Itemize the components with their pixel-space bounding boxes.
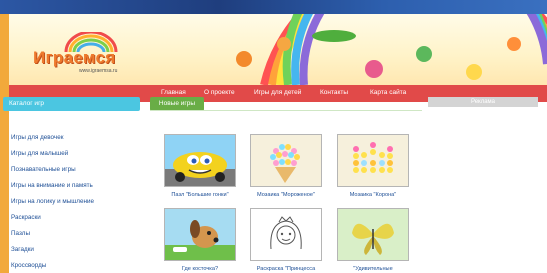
sidebar-item-attention-memory[interactable]: Игры на внимание и память <box>11 182 93 189</box>
section-divider <box>150 110 422 111</box>
rainbow-illustration <box>236 14 547 85</box>
mosaic-icecream-image <box>251 135 321 186</box>
sidebar-item-coloring[interactable]: Раскраски <box>11 214 41 221</box>
nav-item-home[interactable]: Главная <box>161 89 186 96</box>
racing-car-image <box>165 135 235 186</box>
nav-item-sitemap[interactable]: Карта сайта <box>370 89 406 96</box>
game-thumb-icecream[interactable] <box>250 134 322 187</box>
nav-item-contacts[interactable]: Контакты <box>320 89 348 96</box>
catalog-header: Каталог игр <box>3 97 140 111</box>
sidebar-item-riddles[interactable]: Загадки <box>11 246 34 253</box>
sidebar-item-educational[interactable]: Познавательные игры <box>11 166 76 173</box>
game-caption[interactable]: Мозаика "Корона" <box>327 192 419 198</box>
page-background-left <box>0 14 9 273</box>
nav-item-kids-games[interactable]: Игры для детей <box>254 89 301 96</box>
sidebar-item-crosswords[interactable]: Кроссворды <box>11 262 46 269</box>
site-logo[interactable]: Играемся www.igraemsa.ru <box>27 32 157 80</box>
game-thumb-racing[interactable] <box>164 134 236 187</box>
game-thumb-princess[interactable] <box>250 208 322 261</box>
logo-text: Играемся <box>33 48 116 67</box>
new-games-header: Новые игры <box>150 97 204 111</box>
mosaic-crown-image <box>338 135 408 186</box>
game-caption[interactable]: "Удивительные <box>327 266 419 272</box>
nav-item-about[interactable]: О проекте <box>204 89 235 96</box>
game-thumb-bone[interactable] <box>164 208 236 261</box>
game-thumb-crown[interactable] <box>337 134 409 187</box>
page-background-top <box>0 0 547 14</box>
sidebar-item-girls[interactable]: Игры для девочек <box>11 134 63 141</box>
game-caption[interactable]: Где косточка? <box>154 266 246 272</box>
game-caption[interactable]: Раскраска "Принцесса <box>240 266 332 272</box>
sidebar-item-logic[interactable]: Игры на логику и мышление <box>11 198 94 205</box>
game-caption[interactable]: Пазл "Большие гонки" <box>154 192 246 198</box>
coloring-princess-image <box>251 209 321 260</box>
sidebar-item-toddlers[interactable]: Игры для малышей <box>11 150 68 157</box>
ad-label: Реклама <box>428 97 538 107</box>
sidebar-item-puzzles[interactable]: Пазлы <box>11 230 30 237</box>
game-thumb-butterflies[interactable] <box>337 208 409 261</box>
header-banner: Играемся www.igraemsa.ru <box>9 14 547 85</box>
dog-bone-image <box>165 209 235 260</box>
logo-url: www.igraemsa.ru <box>79 68 118 74</box>
game-caption[interactable]: Мозаика "Мороженое" <box>240 192 332 198</box>
butterfly-image <box>338 209 408 260</box>
